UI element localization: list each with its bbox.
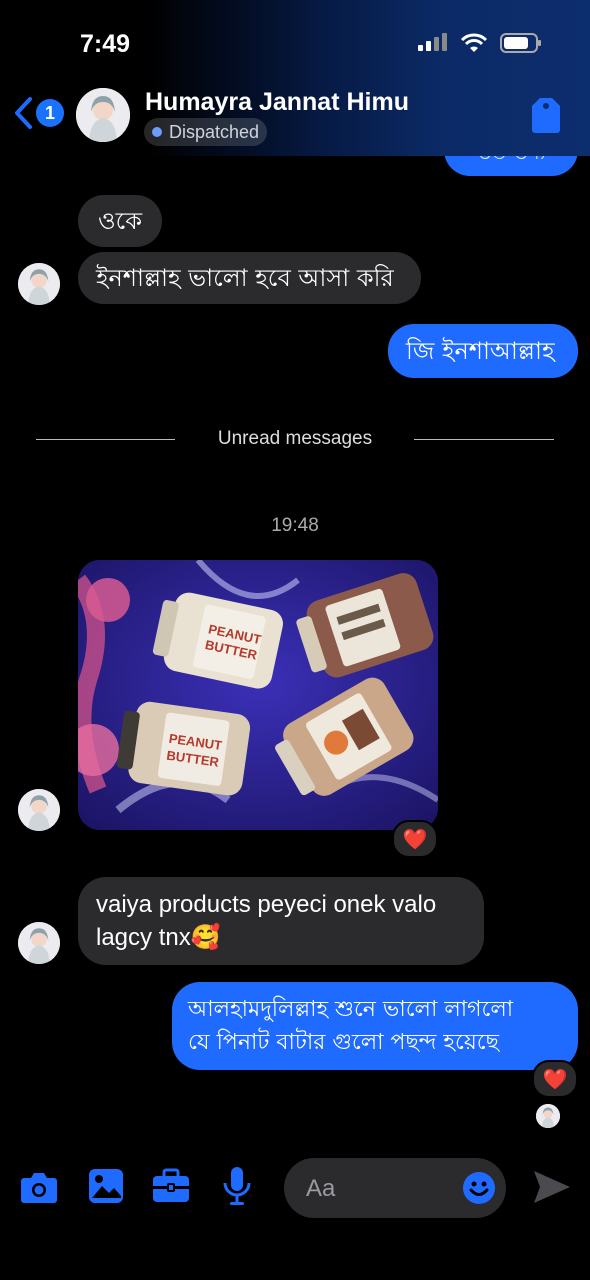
- signal-icon: [418, 33, 447, 51]
- emoji-icon[interactable]: [462, 1171, 496, 1205]
- heart-reaction[interactable]: ❤️: [392, 820, 438, 858]
- message-bubble-outgoing[interactable]: আলহামদুলিল্লাহ শুনে ভালো লাগলো যে পিনাট …: [172, 982, 578, 1070]
- message-bubble-incoming[interactable]: ওকে: [78, 195, 162, 247]
- briefcase-icon[interactable]: [152, 1168, 190, 1204]
- message-bubble-incoming[interactable]: ইনশাল্লাহ ভালো হবে আসা করি: [78, 252, 421, 304]
- chevron-left-icon: [15, 97, 32, 129]
- status-time: 7:49: [80, 30, 131, 58]
- send-icon[interactable]: [532, 1168, 572, 1206]
- gallery-icon[interactable]: [88, 1168, 124, 1204]
- unread-messages-label: Unread messages: [217, 428, 373, 449]
- unread-count-badge: 1: [36, 99, 64, 127]
- status-icons: [418, 33, 542, 53]
- contact-avatar[interactable]: [76, 88, 130, 142]
- photo-message[interactable]: PEANUT BUTTER PEANUT BUTTER: [78, 560, 438, 830]
- message-input-container[interactable]: [284, 1158, 506, 1220]
- camera-icon[interactable]: [20, 1170, 58, 1204]
- heart-icon: ❤️: [542, 1068, 568, 1091]
- message-timestamp: 19:48: [271, 515, 319, 536]
- contact-name[interactable]: Humayra Jannat Himu: [145, 88, 409, 117]
- tag-button[interactable]: [530, 96, 562, 139]
- status-label: Dispatched: [169, 121, 260, 142]
- back-button[interactable]: 1: [12, 96, 64, 130]
- heart-reaction[interactable]: ❤️: [532, 1060, 578, 1098]
- sender-avatar[interactable]: [18, 263, 60, 305]
- heart-icon: ❤️: [402, 828, 428, 851]
- status-dot-icon: [152, 127, 162, 137]
- seen-avatar: [536, 1104, 560, 1128]
- message-bubble-outgoing[interactable]: জি ইনশাআল্লাহ: [388, 324, 578, 378]
- battery-icon: [500, 33, 541, 53]
- message-input[interactable]: [304, 1158, 458, 1220]
- sender-avatar[interactable]: [18, 789, 60, 831]
- microphone-icon[interactable]: [222, 1166, 252, 1206]
- conversation-header: 7:49 1 Humayra Jannat Himu Dispatched: [0, 0, 590, 156]
- wifi-icon: [460, 33, 488, 52]
- tag-icon: [532, 98, 560, 133]
- status-badge[interactable]: Dispatched: [144, 118, 268, 146]
- sender-avatar[interactable]: [18, 922, 60, 964]
- message-bubble-incoming[interactable]: vaiya products peyeci onek valo lagcy tn…: [78, 877, 484, 965]
